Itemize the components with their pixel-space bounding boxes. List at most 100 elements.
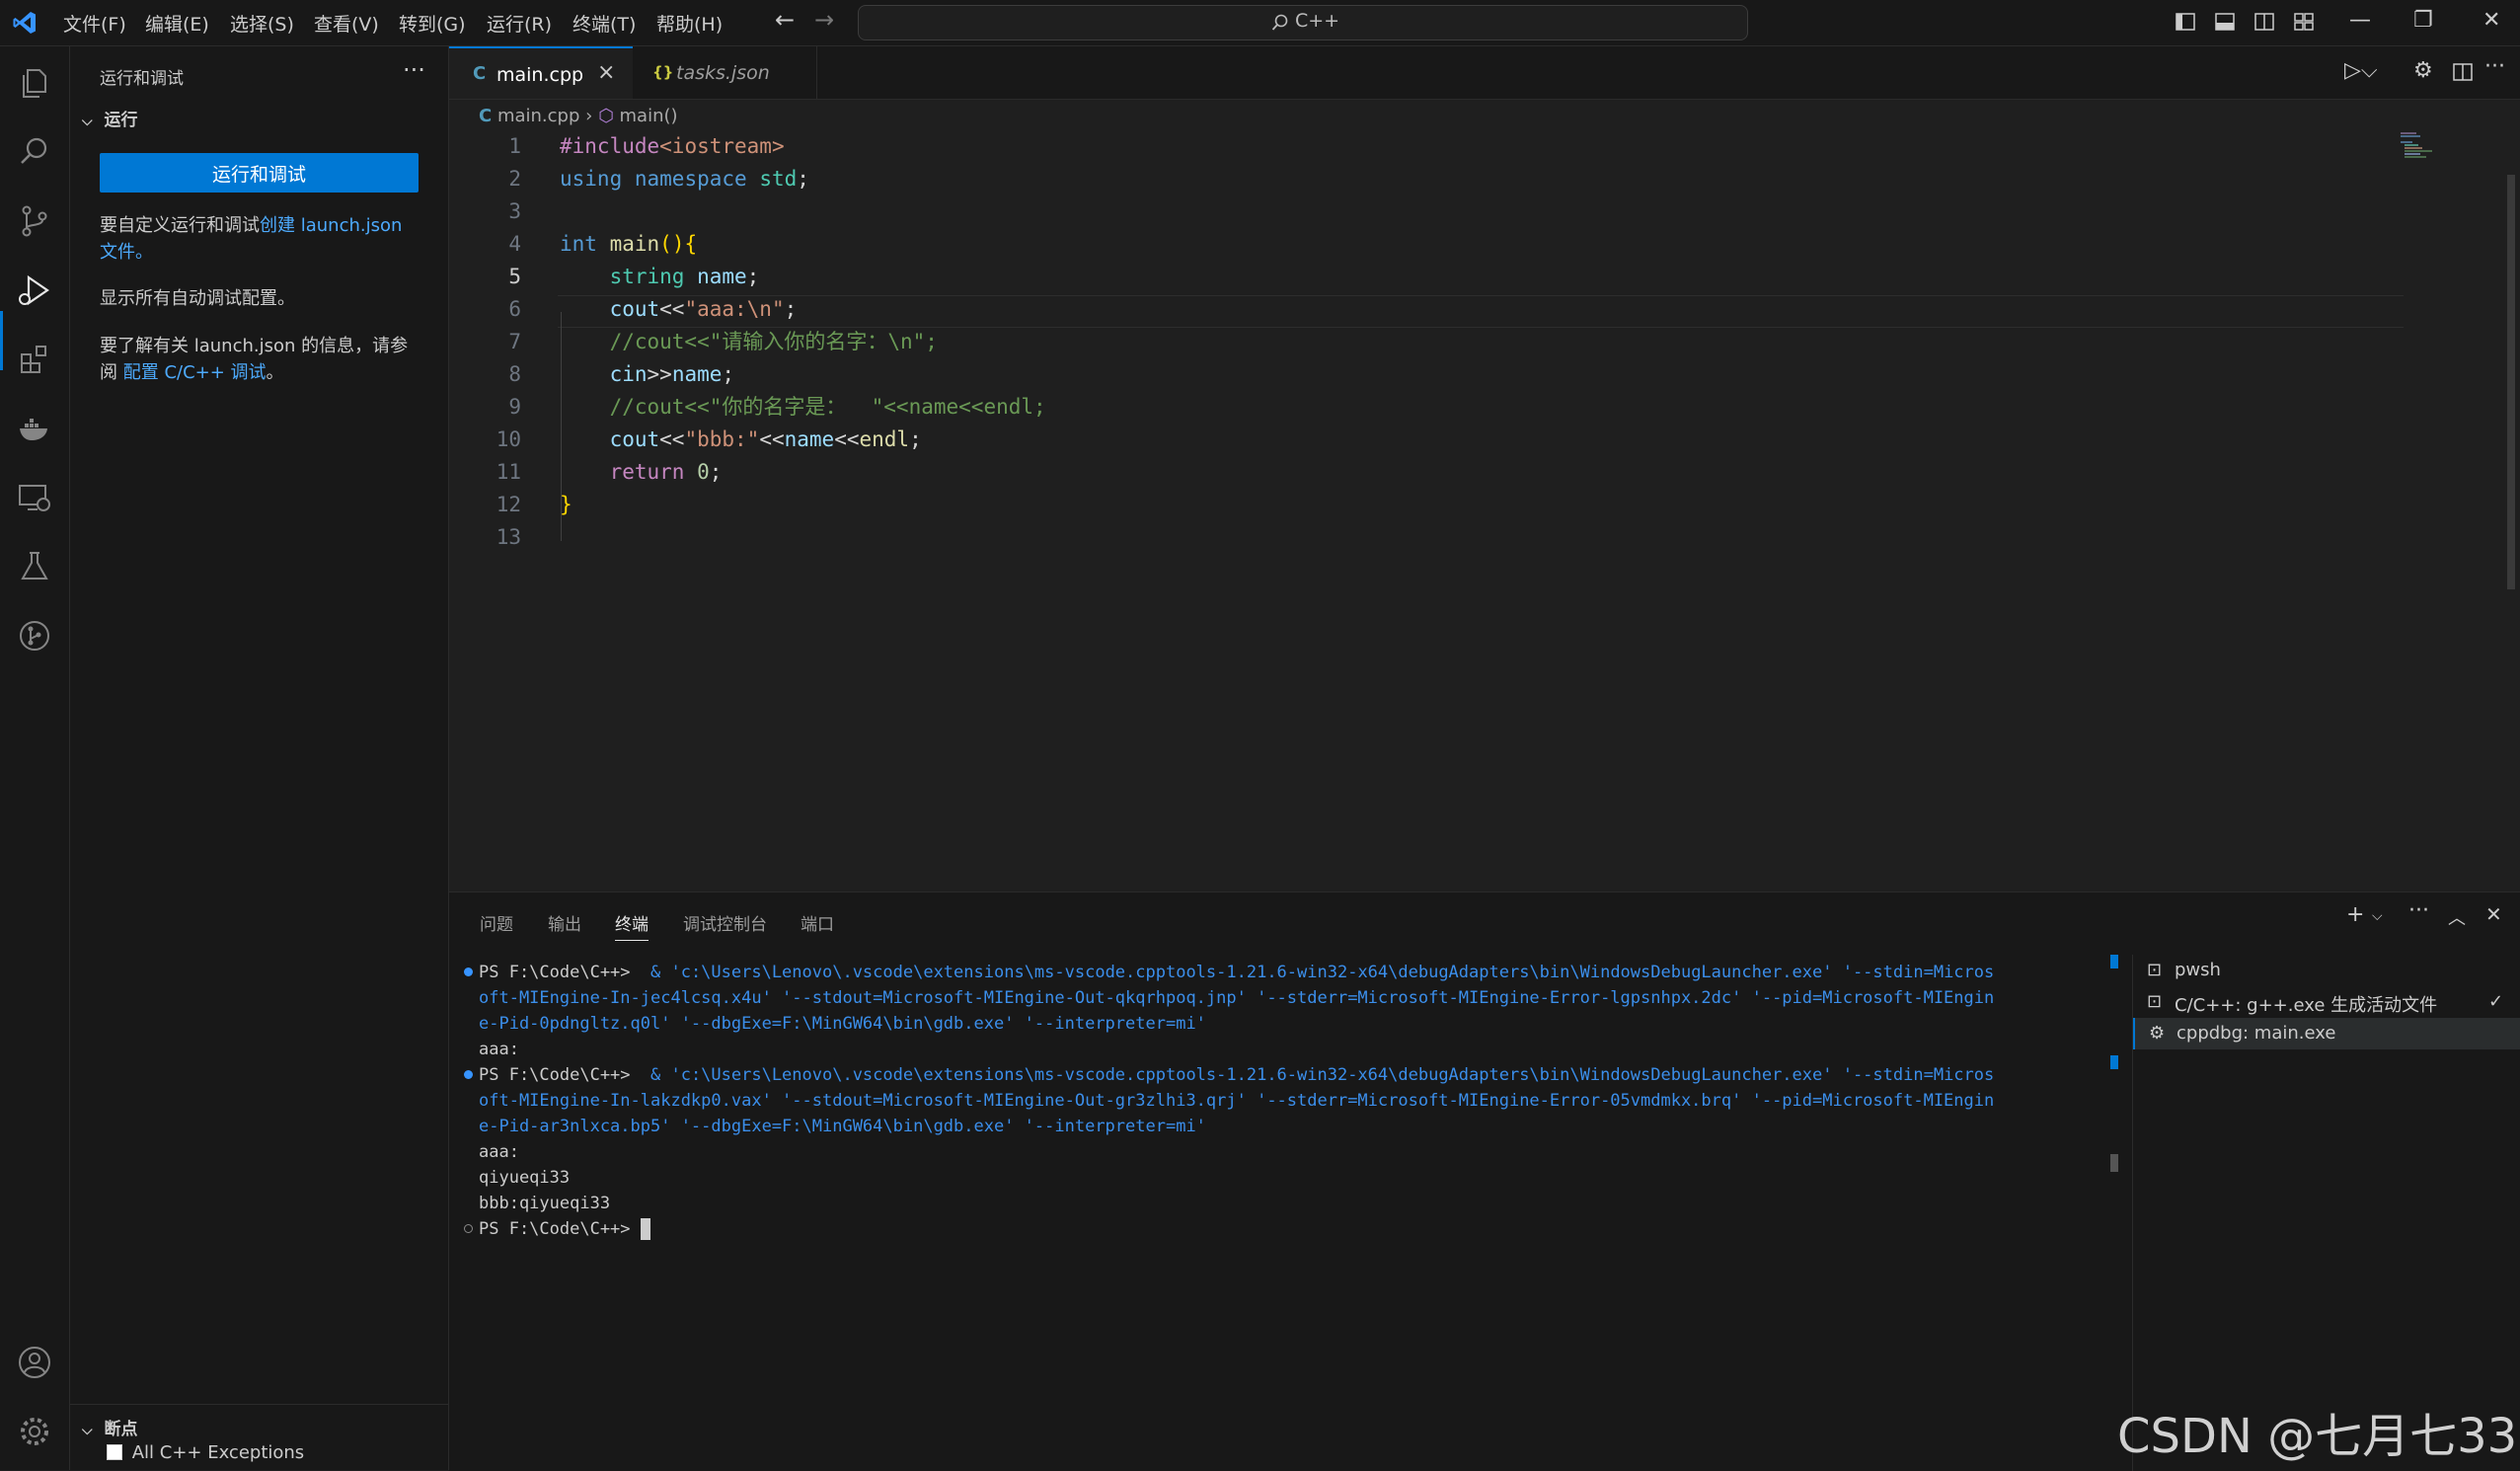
testing-flask-icon[interactable] (16, 548, 53, 585)
terminal-line: qiyueqi33 (479, 1168, 571, 1188)
bottom-panel: 问题 输出 终端 调试控制台 端口 + ⌵ ··· ︿ ✕ PS F:\Code… (449, 891, 2520, 1471)
file-link[interactable]: 文件。 (100, 242, 153, 263)
tab-debug-console[interactable]: 调试控制台 (683, 910, 767, 935)
more-actions-icon[interactable]: ··· (403, 56, 425, 84)
code-line: 10 cout<<"bbb:"<<name<<endl; (496, 427, 922, 451)
scroll-marker (2110, 1055, 2118, 1069)
maximize-panel-icon[interactable]: ︿ (2448, 904, 2466, 930)
toggle-panel-icon[interactable] (2214, 11, 2236, 33)
breakpoints-section-header[interactable]: ⌵ 断点 (82, 1415, 138, 1439)
editor-scrollbar[interactable] (2507, 175, 2515, 589)
customize-hint: 要自定义运行和调试创建 launch.json 文件。 (100, 215, 403, 263)
run-debug-play-icon[interactable]: ▷⌵ (2344, 58, 2378, 83)
manage-gear-icon[interactable] (16, 1413, 53, 1450)
back-arrow-icon[interactable]: ← (775, 6, 795, 34)
chevron-down-icon: ⌵ (82, 1423, 93, 1438)
toggle-primary-sidebar-icon[interactable] (2175, 11, 2196, 33)
tab-terminal[interactable]: 终端 (615, 910, 649, 941)
code-line: 9 //cout<<"你的名字是： "<<name<<endl; (508, 395, 1046, 419)
remote-explorer-icon[interactable] (16, 479, 53, 516)
tab-tasks-json[interactable]: {} tasks.json (633, 46, 817, 99)
menu-terminal[interactable]: 终端(T) (573, 10, 636, 37)
active-indicator (0, 311, 3, 370)
terminal-line: oft-MIEngine-In-lakzdkp0.vax' '--stdout=… (479, 1091, 1995, 1111)
menu-help[interactable]: 帮助(H) (656, 10, 723, 37)
search-icon (1271, 14, 1288, 31)
tab-ports[interactable]: 端口 (801, 910, 834, 935)
debug-gear-icon: ⚙ (2149, 1023, 2166, 1044)
breadcrumb-file[interactable]: main.cpp (497, 106, 579, 126)
close-window-icon[interactable]: ✕ (2482, 8, 2500, 33)
source-control-icon[interactable] (16, 202, 53, 240)
show-all-configs-link[interactable]: 显示所有自动调试配置。 (100, 285, 425, 312)
watermark: CSDN @七月七33 (2117, 1409, 2518, 1464)
terminal-item-cppdbg[interactable]: ⚙ cppdbg: main.exe (2133, 1018, 2520, 1049)
code-line: 6 cout<<"aaa:\n"; (508, 297, 798, 321)
docker-icon[interactable] (16, 410, 53, 447)
run-section-header[interactable]: ⌵ 运行 (82, 106, 138, 130)
terminal-scrollbar[interactable] (2110, 1154, 2118, 1172)
code-line: 7 //cout<<"请输入你的名字：\n"; (508, 330, 938, 353)
restore-icon[interactable]: ❐ (2413, 8, 2433, 33)
json-file-icon: {} (652, 63, 674, 81)
forward-arrow-icon[interactable]: → (814, 6, 834, 34)
terminal-list: ⊡ pwsh ⊡ C/C++: g++.exe 生成活动文件 ✓ ⚙ cppdb… (2132, 955, 2520, 1471)
git-graph-icon[interactable] (16, 617, 53, 655)
terminal-line: PS F:\Code\C++> & 'c:\Users\Lenovo\.vsco… (464, 960, 2354, 985)
code-line: 12} (496, 493, 573, 516)
menu-file[interactable]: 文件(F) (63, 10, 126, 37)
configure-cpp-debug-link[interactable]: 配置 C/C++ 调试 (123, 362, 267, 383)
customize-layout-icon[interactable] (2293, 11, 2315, 33)
terminal-item-build[interactable]: ⊡ C/C++: g++.exe 生成活动文件 ✓ (2133, 986, 2520, 1018)
close-panel-icon[interactable]: ✕ (2485, 902, 2502, 926)
breakpoint-checkbox[interactable] (107, 1444, 122, 1460)
breakpoint-item[interactable]: All C++ Exceptions (107, 1442, 304, 1463)
terminal-icon: ⊡ (2147, 991, 2163, 1012)
menu-view[interactable]: 查看(V) (314, 10, 379, 37)
task-success-check-icon: ✓ (2488, 991, 2504, 1012)
section-divider (70, 1404, 448, 1405)
terminal-item-pwsh[interactable]: ⊡ pwsh (2133, 955, 2520, 986)
settings-gear-icon[interactable]: ⚙ (2413, 58, 2433, 83)
sidebar-title: 运行和调试 (100, 69, 184, 89)
toggle-secondary-sidebar-icon[interactable] (2253, 11, 2275, 33)
new-terminal-icon[interactable]: + (2346, 902, 2364, 927)
breadcrumb-symbol[interactable]: main() (620, 106, 678, 126)
command-center-search[interactable]: C++ (858, 5, 1748, 40)
tab-main-cpp[interactable]: C main.cpp × (449, 46, 633, 99)
more-actions-icon[interactable]: ··· (2484, 54, 2505, 79)
more-actions-icon[interactable]: ··· (2408, 898, 2429, 923)
explorer-icon[interactable] (16, 64, 53, 102)
terminal-line: oft-MIEngine-In-jec4lcsq.x4u' '--stdout=… (479, 988, 1995, 1008)
vscode-logo-icon (13, 12, 36, 34)
split-editor-icon[interactable] (2453, 62, 2473, 82)
menu-run[interactable]: 运行(R) (487, 10, 552, 37)
account-icon[interactable] (16, 1344, 53, 1381)
extensions-icon[interactable] (16, 341, 53, 378)
search-icon[interactable] (16, 133, 53, 171)
chevron-down-icon[interactable]: ⌵ (2372, 908, 2383, 924)
tab-problems[interactable]: 问题 (480, 910, 513, 935)
cpp-file-icon: C (479, 106, 493, 126)
code-line: 8 cin>>name; (508, 362, 735, 386)
activity-bar (0, 46, 70, 1470)
breadcrumb: C main.cpp › ⬡ main() (479, 106, 678, 129)
close-tab-icon[interactable]: × (597, 60, 615, 85)
minimap[interactable] (2399, 130, 2458, 160)
menu-go[interactable]: 转到(G) (399, 10, 466, 37)
chevron-down-icon: ⌵ (82, 114, 93, 129)
code-line: 3 (508, 199, 521, 223)
code-editor[interactable]: 1 #include<iostream> 2 using namespace std… (449, 130, 2423, 554)
command-pending-dot (464, 1224, 473, 1233)
tab-output[interactable]: 输出 (548, 910, 581, 935)
run-and-debug-button[interactable]: 运行和调试 (100, 153, 419, 193)
menu-edit[interactable]: 编辑(E) (145, 10, 209, 37)
minimize-icon[interactable]: — (2349, 8, 2371, 33)
menu-selection[interactable]: 选择(S) (230, 10, 294, 37)
code-line: 1 #include<iostream> (508, 134, 785, 158)
terminal-line: PS F:\Code\C++> (464, 1216, 2354, 1242)
run-and-debug-icon[interactable] (16, 271, 53, 309)
terminal-output[interactable]: PS F:\Code\C++> & 'c:\Users\Lenovo\.vsco… (464, 960, 2354, 1242)
run-debug-sidebar: 运行和调试 ··· ⌵ 运行 运行和调试 要自定义运行和调试创建 launch.… (70, 46, 449, 1470)
create-launch-json-link[interactable]: 创建 launch.json (260, 215, 402, 236)
